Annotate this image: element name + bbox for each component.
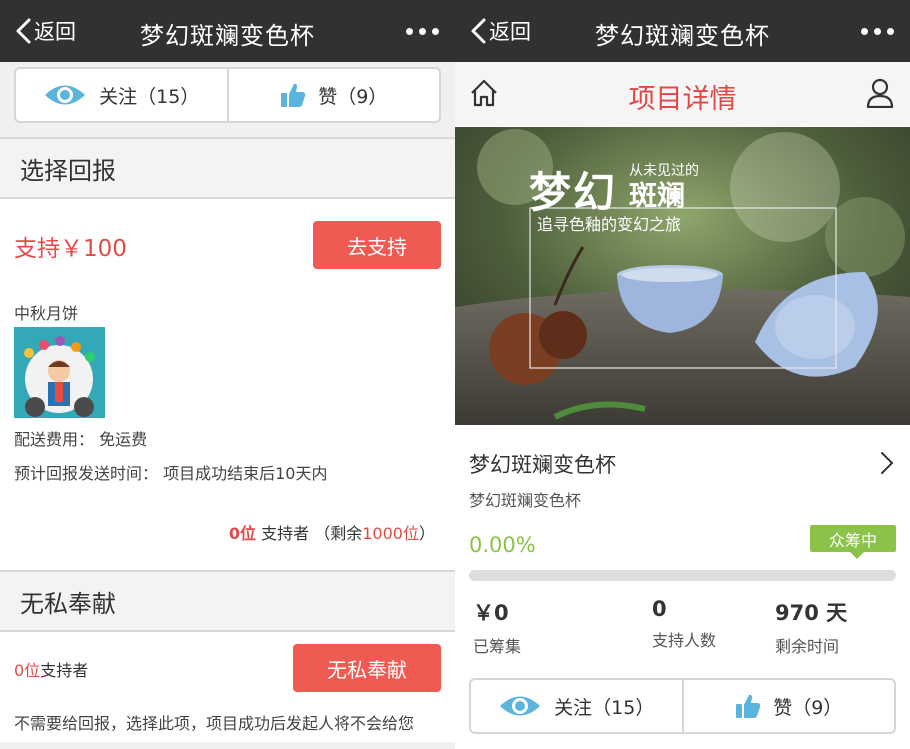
follow-label: 关注（15） [99, 85, 200, 108]
donate-card: 0位支持者 无私奉献 不需要给回报，选择此项，项目成功后发起人将不会给您 [0, 632, 455, 742]
support-button[interactable]: 去支持 [313, 221, 441, 269]
more-dots-icon[interactable] [406, 28, 439, 35]
chevron-right-icon[interactable] [880, 451, 894, 475]
back-label: 返回 [489, 20, 531, 44]
like-label: 赞（9） [318, 85, 388, 108]
like-button[interactable]: 赞（9） [681, 680, 895, 732]
delivery-value: 项目成功结束后10天内 [163, 464, 328, 483]
donate-backers: 0位支持者 [14, 657, 88, 681]
thumbs-up-icon [281, 83, 306, 107]
stat-value: ￥0 [473, 601, 509, 625]
backers-text: 支持者 （剩余 [256, 524, 363, 543]
eye-icon [500, 696, 541, 716]
thumbs-up-icon [736, 694, 761, 718]
donate-backers-count: 0位 [14, 661, 41, 680]
follow-like-bar: 关注（15） 赞（9） [14, 67, 441, 123]
status-badge: 众筹中 [810, 525, 896, 559]
left-screen: 返回 梦幻斑斓变色杯 关注（15） 赞（9） 选择回报 支持￥100 去支持 中… [0, 0, 455, 749]
donate-backers-text: 支持者 [40, 661, 89, 680]
shipping-label: 配送费用： [14, 430, 95, 449]
sub-nav: 项目详情 [455, 62, 910, 126]
user-icon[interactable] [866, 78, 894, 108]
reward-price: 支持￥100 [14, 236, 127, 262]
hero-image: 梦幻 从未见过的 斑斓 追寻色釉的变幻之旅 [455, 127, 910, 425]
back-button[interactable]: 返回 [469, 16, 531, 46]
section-title: 项目详情 [628, 84, 737, 115]
stat-label: 支持人数 [652, 631, 717, 650]
delivery-label: 预计回报发送时间： [14, 464, 159, 483]
stat-raised: ￥0 已筹集 [473, 597, 521, 657]
delivery-info: 预计回报发送时间： 项目成功结束后10天内 [14, 460, 327, 484]
back-label: 返回 [34, 20, 76, 44]
eye-icon [45, 85, 86, 105]
right-screen: 返回 梦幻斑斓变色杯 项目详情 梦幻 从未见过的 斑斓 追寻色釉的变幻之旅 梦幻… [455, 0, 910, 749]
follow-like-bar: 关注（15） 赞（9） [469, 678, 896, 734]
top-bar: 返回 梦幻斑斓变色杯 [0, 0, 455, 62]
section-title-donate: 无私奉献 [0, 570, 455, 632]
shipping-info: 配送费用： 免运费 [14, 426, 147, 450]
stat-days-left: 970 天 剩余时间 [775, 597, 847, 657]
reward-card: 支持￥100 去支持 中秋月饼 配送费用： 免运费 预计回报发送时间： 项目成功… [0, 199, 455, 570]
stat-label: 已筹集 [473, 637, 522, 656]
backers-count: 0位 [228, 524, 257, 543]
like-button[interactable]: 赞（9） [226, 69, 440, 121]
backers-info: 0位 支持者 （剩余1000位） [229, 520, 435, 544]
shipping-value: 免运费 [99, 430, 148, 449]
stat-value: 970 天 [775, 601, 848, 625]
follow-label: 关注（15） [554, 696, 655, 719]
like-label: 赞（9） [773, 696, 843, 719]
back-chevron-icon [471, 18, 486, 44]
home-icon[interactable] [469, 78, 499, 108]
back-chevron-icon [16, 18, 31, 44]
project-subtitle: 梦幻斑斓变色杯 [469, 491, 582, 510]
donate-button[interactable]: 无私奉献 [293, 644, 441, 692]
follow-button[interactable]: 关注（15） [16, 69, 227, 121]
funding-percent: 0.00% [469, 533, 536, 557]
donate-desc: 不需要给回报，选择此项，项目成功后发起人将不会给您 [14, 714, 415, 733]
section-title-reward: 选择回报 [0, 137, 455, 199]
project-title[interactable]: 梦幻斑斓变色杯 [469, 449, 616, 479]
more-dots-icon[interactable] [861, 28, 894, 35]
hero-name: 斑斓 [629, 179, 686, 212]
stat-label: 剩余时间 [775, 637, 840, 656]
follow-button[interactable]: 关注（15） [471, 680, 682, 732]
backers-close: ） [418, 524, 435, 543]
remaining-count: 1000位 [362, 524, 419, 543]
funding-progress-bar [469, 570, 896, 581]
reward-name: 中秋月饼 [14, 304, 79, 323]
back-button[interactable]: 返回 [14, 16, 76, 46]
reward-image [14, 327, 105, 418]
hero-tagline: 追寻色釉的变幻之旅 [537, 215, 682, 234]
stat-backers: 0 支持人数 [652, 597, 716, 651]
stat-value: 0 [652, 597, 667, 621]
top-bar: 返回 梦幻斑斓变色杯 [455, 0, 910, 62]
